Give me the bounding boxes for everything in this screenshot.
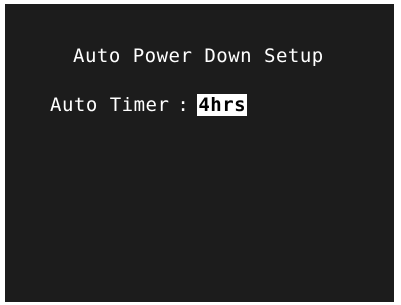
menu-title: Auto Power Down Setup	[73, 45, 324, 67]
auto-timer-value[interactable]: 4hrs	[197, 94, 248, 116]
osd-screen: Auto Power Down Setup Auto Timer : 4hrs	[5, 4, 394, 302]
separator: :	[177, 94, 190, 116]
auto-timer-row[interactable]: Auto Timer : 4hrs	[50, 94, 248, 116]
auto-timer-label: Auto Timer	[50, 94, 170, 116]
